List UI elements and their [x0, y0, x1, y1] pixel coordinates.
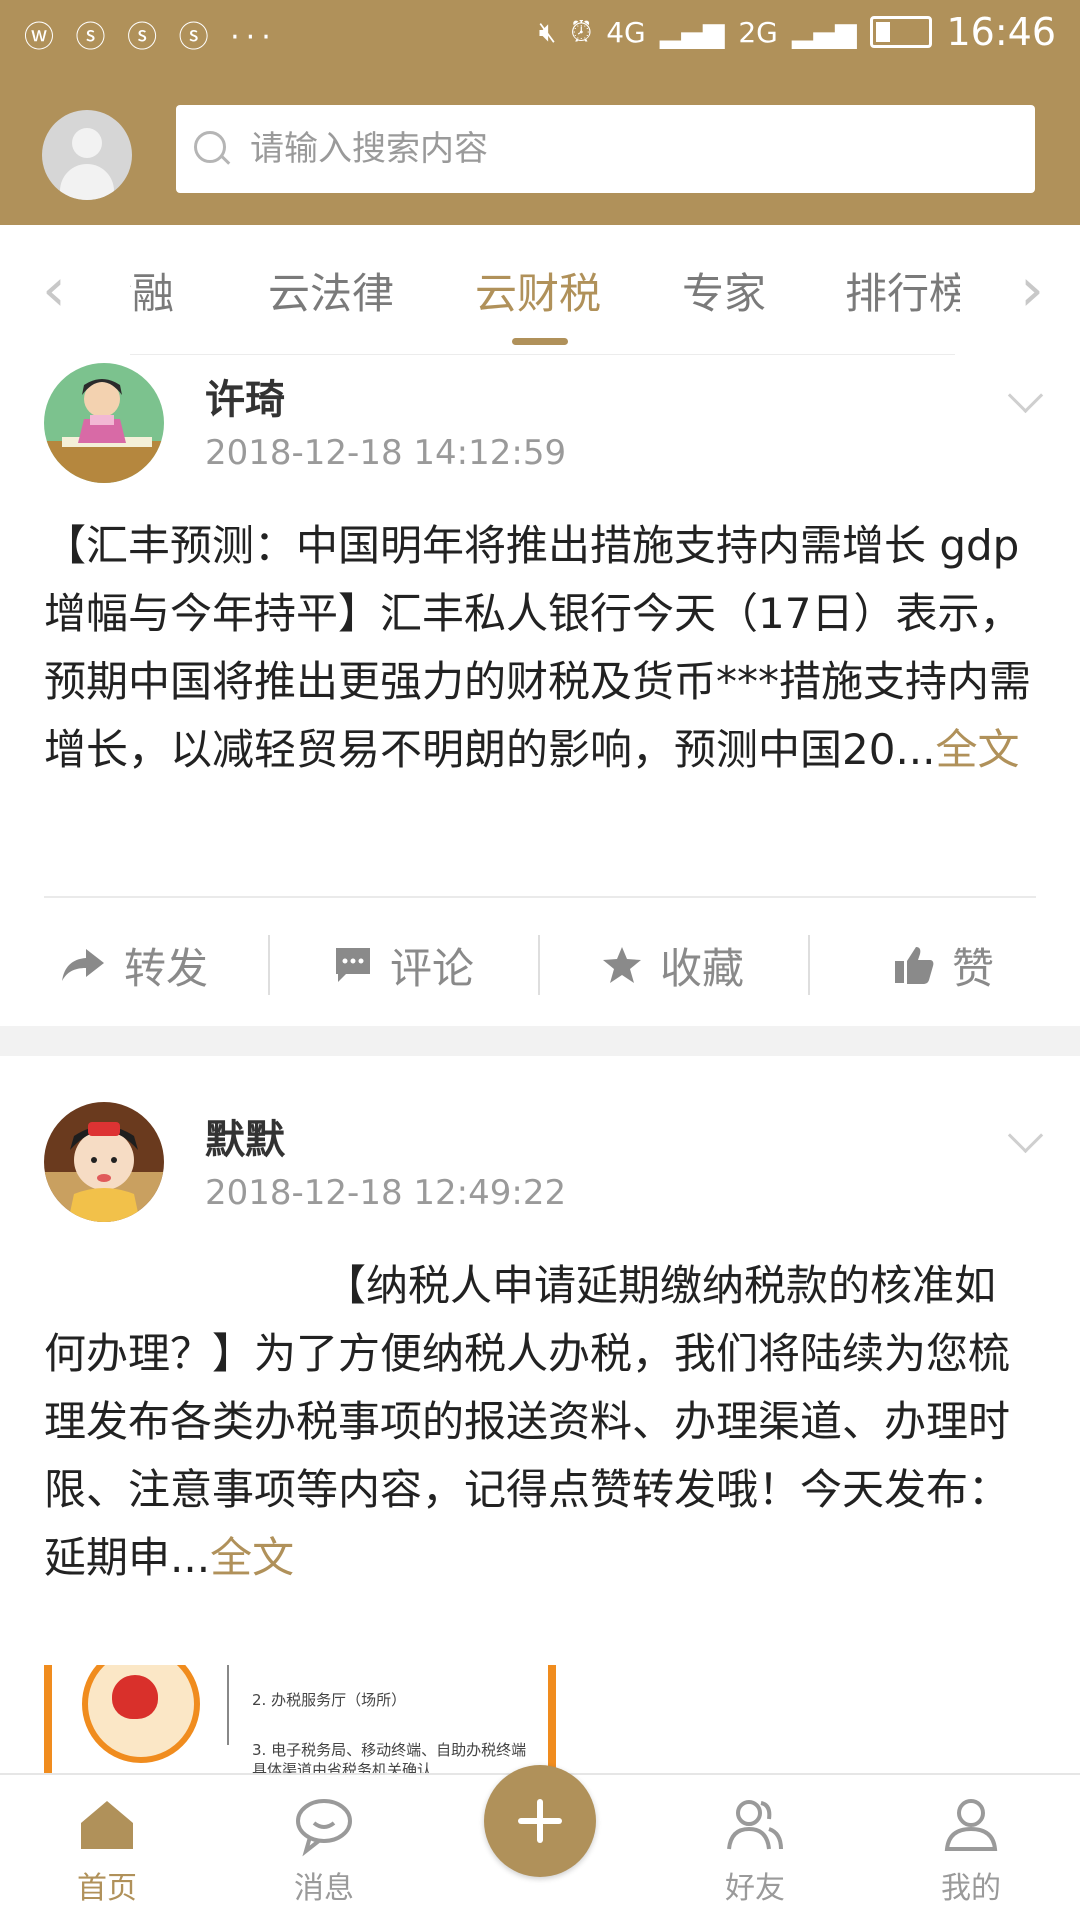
post-divider: [44, 896, 1036, 898]
post-image[interactable]: 2. 办税服务厅（场所） 3. 电子税务局、移动终端、自助办税终端 具体渠道由省…: [44, 1665, 556, 1773]
nav-messages-label: 消息: [294, 1871, 354, 1906]
search-icon: [194, 131, 230, 167]
active-tab-indicator: [512, 338, 568, 345]
post-time: 2018-12-18 12:49:22: [205, 1173, 567, 1213]
network-2g-label: 2G: [738, 15, 778, 49]
chevron-down-icon[interactable]: [1007, 1117, 1044, 1154]
signal-icon: ▂▄▆: [659, 15, 725, 49]
tab-cloud-tax[interactable]: 云财税: [475, 260, 601, 321]
comment-button[interactable]: 评论: [334, 925, 474, 1005]
share-button[interactable]: 转发: [60, 925, 208, 1005]
full-text-link[interactable]: 全文: [210, 1533, 294, 1582]
chevron-down-icon[interactable]: [1007, 377, 1044, 414]
post-text[interactable]: 【纳税人申请延期缴纳税款的核准如何办理？】为了方便纳税人办税，我们将陆续为您梳理…: [44, 1252, 1034, 1597]
tab-cloud-law[interactable]: 云法律: [268, 260, 394, 321]
full-text-link[interactable]: 全文: [936, 725, 1020, 774]
status-right: 🔇︎ ⏰︎ 4G ▂▄▆ 2G ▂▄▆ 16:46: [539, 10, 1056, 54]
battery-icon: [870, 16, 933, 48]
nav-profile[interactable]: 我的: [906, 1775, 1036, 1922]
post-separator: [0, 1026, 1080, 1056]
like-button[interactable]: 赞: [894, 925, 994, 1005]
post-card: 许琦 2018-12-18 14:12:59 【汇丰预测：中国明年将推出措施支持…: [0, 355, 1080, 1026]
network-4g-label: 4G: [606, 15, 646, 49]
notification-icons: ⓦ ⓢ ⓢ ⓢ ···: [24, 20, 277, 55]
app-header: ⓦ ⓢ ⓢ ⓢ ··· 🔇︎ ⏰︎ 4G ▂▄▆ 2G ▂▄▆ 16:46: [0, 0, 1080, 225]
status-bar: ⓦ ⓢ ⓢ ⓢ ··· 🔇︎ ⏰︎ 4G ▂▄▆ 2G ▂▄▆ 16:46: [0, 0, 1080, 75]
favorite-label: 收藏: [660, 943, 745, 993]
home-icon: [75, 1793, 139, 1857]
image-caption: 2. 办税服务厅（场所）: [252, 1691, 407, 1709]
post-actions: 转发 评论 收藏 赞: [0, 925, 1080, 1005]
avatar[interactable]: [44, 1102, 164, 1222]
share-label: 转发: [124, 943, 209, 993]
post-text[interactable]: 【汇丰预测：中国明年将推出措施支持内需增长 gdp增幅与今年持平】汇丰私人银行今…: [44, 512, 1034, 852]
nav-friends[interactable]: 好友: [690, 1775, 820, 1922]
image-caption: 具体渠道由省税务机关确认: [252, 1761, 433, 1773]
post-text-body: 【汇丰预测：中国明年将推出措施支持内需增长 gdp增幅与今年持平】汇丰私人银行今…: [44, 521, 1032, 774]
image-caption: 3. 电子税务局、移动终端、自助办税终端: [252, 1741, 527, 1759]
nav-home[interactable]: 首页: [42, 1775, 172, 1922]
post-time: 2018-12-18 14:12:59: [205, 433, 567, 473]
post-author[interactable]: 许琦: [205, 367, 285, 425]
comment-icon: [334, 946, 372, 984]
action-separator: [808, 935, 810, 995]
category-tabs: ‹ 金融 云法律 云财税 专家 排行榜 ›: [0, 225, 1080, 356]
alarm-icon: ⏰︎: [570, 15, 593, 48]
nav-home-label: 首页: [77, 1871, 137, 1906]
comment-label: 评论: [390, 943, 475, 993]
share-icon: [60, 945, 106, 985]
add-post-button[interactable]: [484, 1765, 596, 1877]
clock: 16:46: [946, 10, 1056, 54]
nav-messages[interactable]: 消息: [259, 1775, 389, 1922]
action-separator: [538, 935, 540, 995]
search-input[interactable]: [248, 128, 1012, 170]
profile-icon: [939, 1793, 1003, 1857]
action-separator: [268, 935, 270, 995]
bottom-nav: 首页 消息 好友 我的: [0, 1765, 1080, 1922]
signal-icon: ▂▄▆: [791, 15, 857, 49]
nav-profile-label: 我的: [941, 1871, 1001, 1906]
like-label: 赞: [952, 943, 995, 993]
chevron-right-icon[interactable]: ›: [1020, 255, 1044, 325]
avatar[interactable]: [44, 363, 164, 483]
tab-finance[interactable]: 金融: [130, 260, 174, 321]
star-icon: [602, 946, 642, 984]
search-box[interactable]: [176, 105, 1035, 193]
tabs-scroll: 金融 云法律 云财税 专家 排行榜: [130, 260, 960, 330]
post-author[interactable]: 默默: [205, 1107, 285, 1165]
post-text-body: 【纳税人申请延期缴纳税款的核准如何办理？】为了方便纳税人办税，我们将陆续为您梳理…: [44, 1261, 1011, 1582]
thumbs-up-icon: [894, 945, 934, 985]
message-icon: [292, 1793, 356, 1857]
my-avatar[interactable]: [42, 110, 132, 200]
mute-icon: 🔇︎: [538, 15, 557, 48]
friends-icon: [723, 1793, 787, 1857]
chevron-left-icon[interactable]: ‹: [42, 255, 66, 325]
diagram-line: [227, 1665, 229, 1745]
tab-ranking[interactable]: 排行榜: [845, 260, 960, 321]
nav-friends-label: 好友: [725, 1871, 785, 1906]
favorite-button[interactable]: 收藏: [602, 925, 744, 1005]
money-bag-shape: [112, 1675, 158, 1719]
tab-experts[interactable]: 专家: [682, 260, 766, 321]
